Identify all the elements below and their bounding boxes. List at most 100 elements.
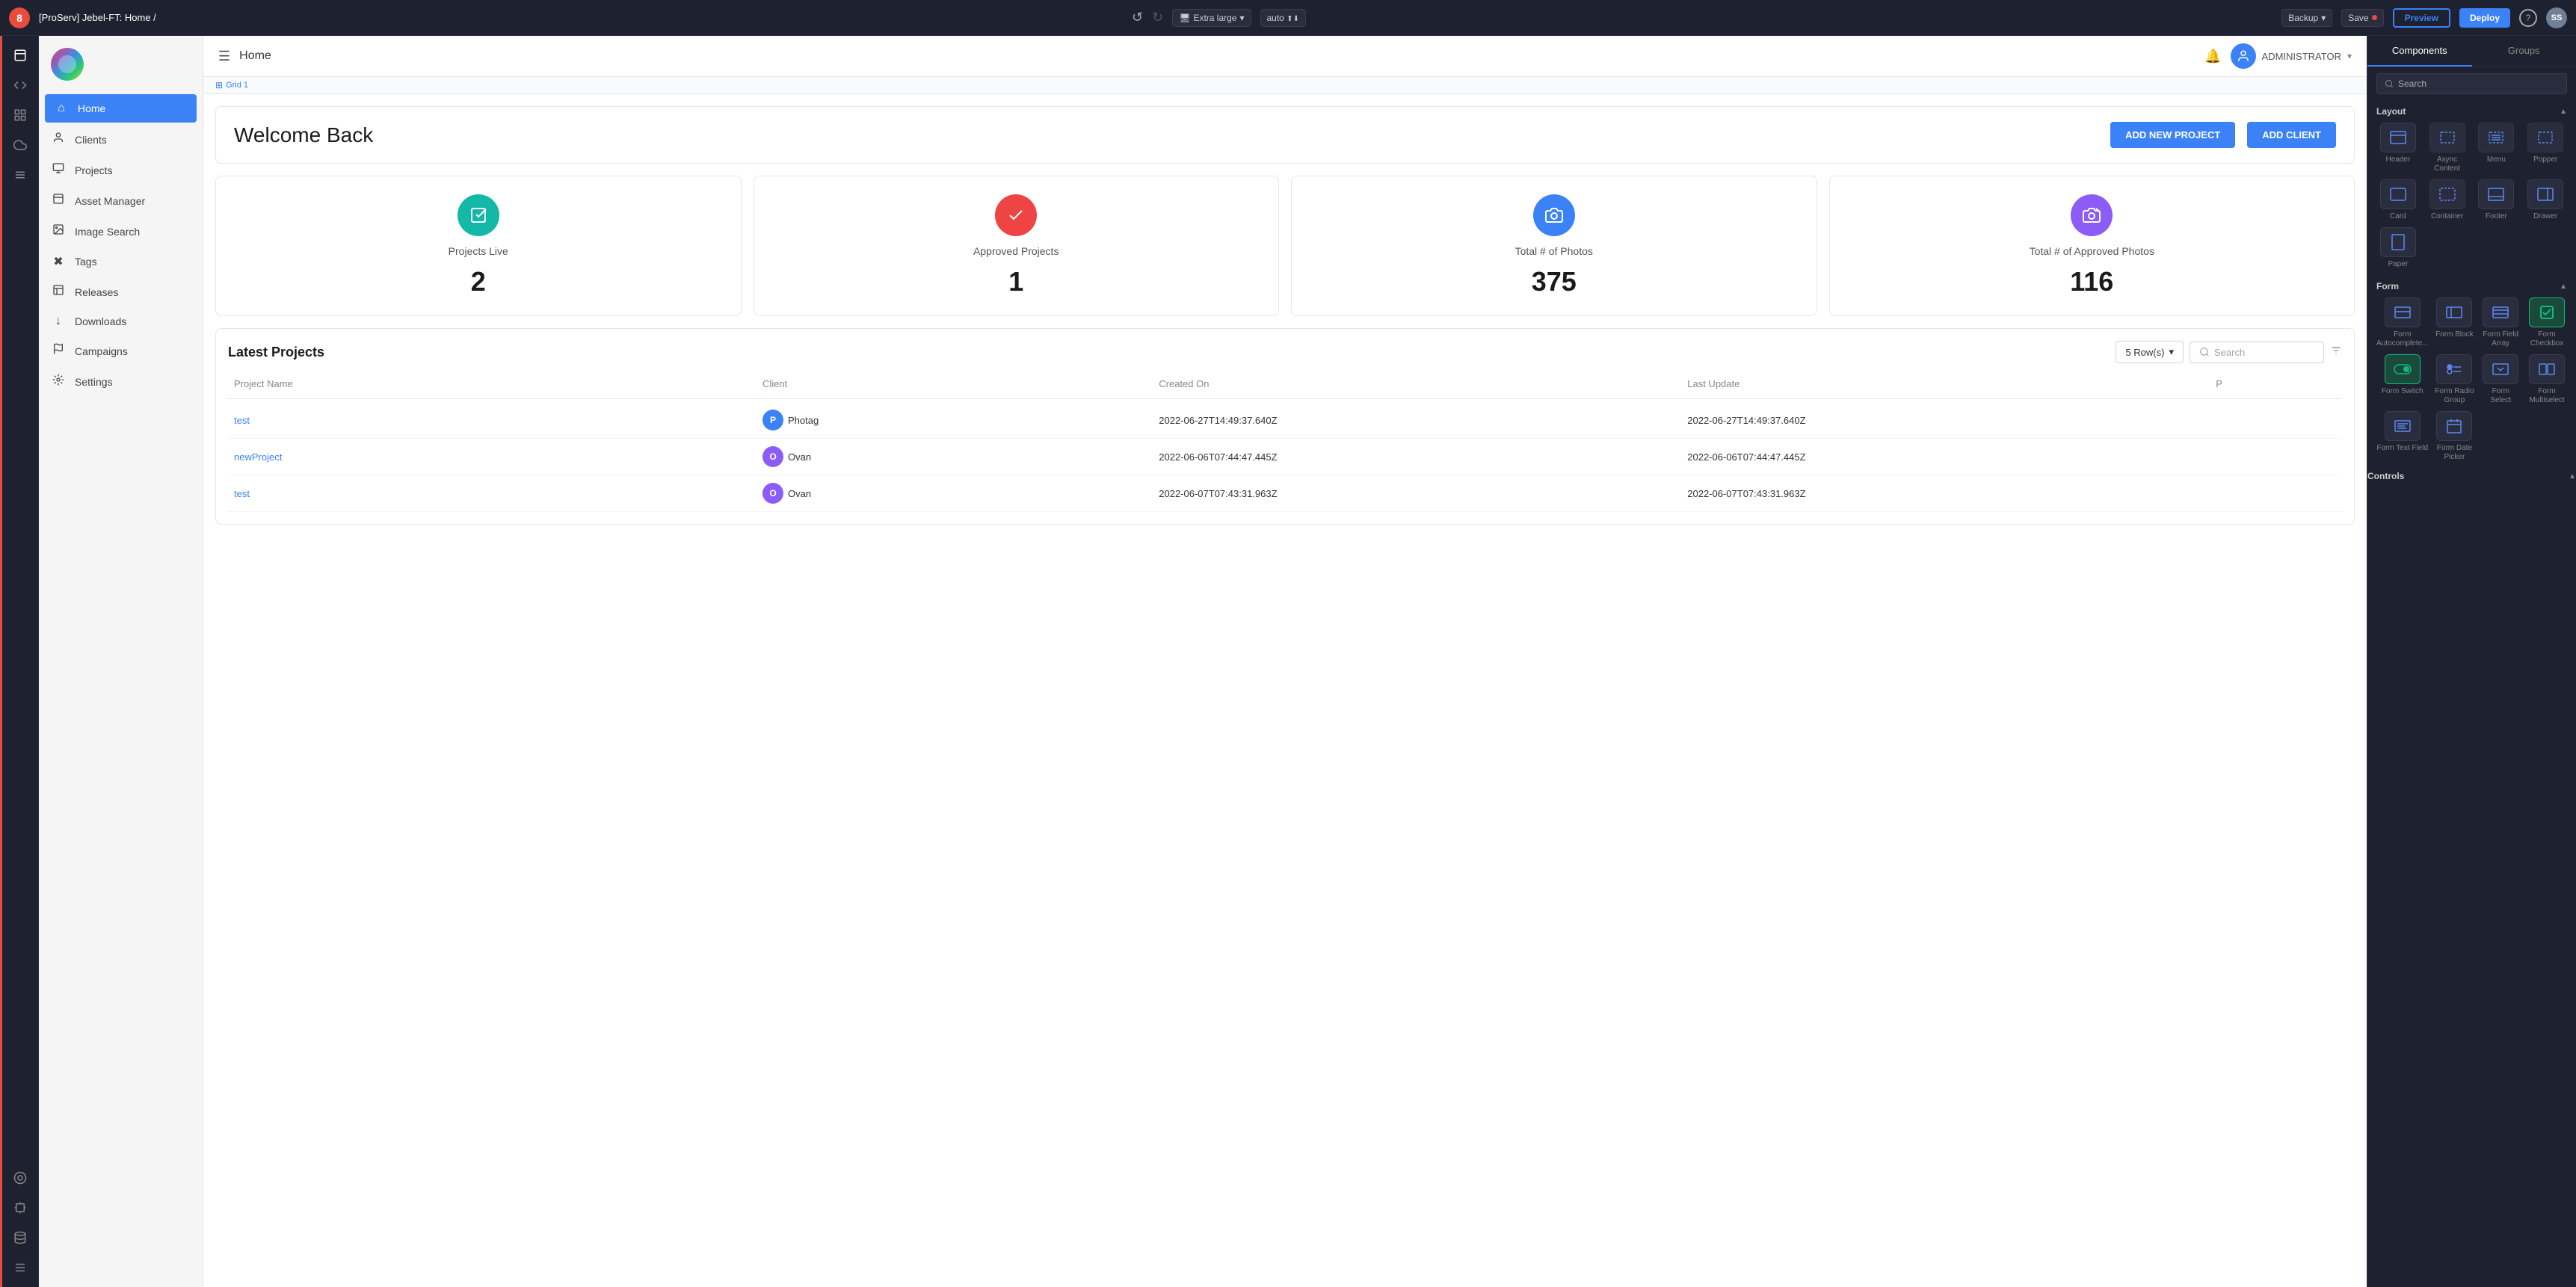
layout-section-header: Layout ▲ bbox=[2367, 100, 2576, 120]
sidebar-item-home[interactable]: ⌂ Home bbox=[45, 94, 197, 123]
sidebar-item-asset-manager[interactable]: Asset Manager bbox=[39, 185, 203, 216]
sidebar-item-settings[interactable]: Settings bbox=[39, 366, 203, 397]
project-name-link[interactable]: test bbox=[228, 407, 757, 433]
sidebar-item-projects[interactable]: Projects bbox=[39, 155, 203, 185]
menu-toggle[interactable]: ☰ bbox=[218, 49, 230, 64]
comp-form-checkbox[interactable]: Form Checkbox bbox=[2527, 297, 2567, 348]
stat-value: 2 bbox=[471, 266, 486, 297]
device-selector[interactable]: 🖥 Extra large ▾ bbox=[1172, 9, 1251, 27]
sidebar-item-tags[interactable]: ✖ Tags bbox=[39, 247, 203, 277]
sidebar-item-campaigns[interactable]: Campaigns bbox=[39, 336, 203, 366]
comp-label: Header bbox=[2385, 155, 2410, 164]
search-icon bbox=[2385, 79, 2394, 88]
sidebar-item-label: Clients bbox=[75, 134, 107, 146]
comp-form-block[interactable]: Form Block bbox=[2434, 297, 2474, 348]
clients-icon bbox=[51, 132, 66, 147]
comp-popper[interactable]: Popper bbox=[2524, 123, 2567, 173]
components-search[interactable]: Search bbox=[2376, 73, 2567, 94]
deploy-button[interactable]: Deploy bbox=[2459, 8, 2510, 28]
top-bar: 8 [ProServ] Jebel-FT: Home / ↺ ↻ 🖥 Extra… bbox=[0, 0, 2576, 36]
comp-footer[interactable]: Footer bbox=[2475, 179, 2518, 221]
sidebar-item-label: Downloads bbox=[75, 315, 126, 327]
form-toggle[interactable]: ▲ bbox=[2560, 283, 2567, 291]
project-name-link[interactable]: newProject bbox=[228, 444, 757, 470]
stat-value: 116 bbox=[2070, 266, 2113, 297]
filter-icon[interactable] bbox=[2330, 345, 2342, 360]
col-created-on: Created On bbox=[1153, 375, 1681, 392]
backup-button[interactable]: Backup ▾ bbox=[2281, 9, 2332, 27]
icon-pages[interactable] bbox=[7, 42, 34, 69]
controls-toggle[interactable]: ▲ bbox=[2569, 472, 2576, 481]
async-content-comp-icon bbox=[2429, 123, 2465, 152]
tab-components[interactable]: Components bbox=[2367, 36, 2472, 67]
layout-toggle[interactable]: ▲ bbox=[2560, 108, 2567, 116]
sidebar-item-clients[interactable]: Clients bbox=[39, 124, 203, 155]
comp-form-multiselect[interactable]: Form Multiselect bbox=[2527, 354, 2567, 405]
tab-groups[interactable]: Groups bbox=[2472, 36, 2576, 67]
save-button[interactable]: Save bbox=[2341, 9, 2383, 27]
comp-async-content[interactable]: Async Content bbox=[2426, 123, 2469, 173]
icon-cloud[interactable] bbox=[7, 132, 34, 158]
stat-card-total-photos: Total # of Photos 375 bbox=[1291, 176, 1817, 316]
comp-form-radio-group[interactable]: Form Radio Group bbox=[2434, 354, 2474, 405]
redo-button[interactable]: ↻ bbox=[1152, 10, 1163, 25]
comp-label: Form Block bbox=[2435, 330, 2474, 339]
comp-header[interactable]: Header bbox=[2376, 123, 2420, 173]
app-logo-img bbox=[51, 48, 84, 81]
stat-value: 375 bbox=[1532, 266, 1577, 297]
add-client-button[interactable]: ADD CLIENT bbox=[2247, 122, 2336, 148]
add-new-project-button[interactable]: ADD NEW PROJECT bbox=[2110, 122, 2235, 148]
comp-card[interactable]: Card bbox=[2376, 179, 2420, 221]
extra-cell bbox=[2210, 486, 2342, 501]
client-avatar: O bbox=[762, 446, 783, 467]
comp-menu[interactable]: Menu bbox=[2475, 123, 2518, 173]
icon-database[interactable] bbox=[7, 1224, 34, 1251]
comp-form-text-field[interactable]: Form Text Field bbox=[2376, 411, 2428, 462]
comp-form-autocomplete[interactable]: Form Autocomplete... bbox=[2376, 297, 2428, 348]
icon-settings[interactable] bbox=[7, 1254, 34, 1281]
comp-form-date-picker[interactable]: Form Date Picker bbox=[2434, 411, 2474, 462]
icon-functions[interactable] bbox=[7, 161, 34, 188]
auto-selector[interactable]: auto ⬆⬇ bbox=[1260, 9, 1306, 27]
total-photos-icon bbox=[1533, 194, 1575, 236]
comp-paper[interactable]: Paper bbox=[2376, 227, 2420, 269]
undo-button[interactable]: ↺ bbox=[1132, 10, 1143, 25]
unsaved-indicator bbox=[2372, 15, 2377, 20]
notifications-bell[interactable]: 🔔 bbox=[2204, 49, 2221, 64]
comp-label: Form Radio Group bbox=[2434, 387, 2474, 405]
icon-frame[interactable] bbox=[7, 1194, 34, 1221]
sidebar-item-image-search[interactable]: Image Search bbox=[39, 216, 203, 247]
table-row: test O Ovan 2022-06-07T07:43:31.963Z 202… bbox=[228, 475, 2342, 512]
help-button[interactable]: ? bbox=[2519, 9, 2537, 27]
col-project-name: Project Name bbox=[228, 375, 757, 392]
comp-form-field-array[interactable]: Form Field Array bbox=[2480, 297, 2521, 348]
user-menu[interactable]: ADMINISTRATOR ▾ bbox=[2231, 43, 2352, 69]
icon-palette[interactable] bbox=[7, 1164, 34, 1191]
approved-photos-icon bbox=[2071, 194, 2113, 236]
rows-per-page-select[interactable]: 5 Row(s) ▾ bbox=[2116, 341, 2184, 363]
sidebar-item-releases[interactable]: Releases bbox=[39, 277, 203, 307]
comp-container[interactable]: Container bbox=[2426, 179, 2469, 221]
device-icon: 🖥 bbox=[1179, 13, 1190, 23]
comp-form-switch[interactable]: Form Switch bbox=[2376, 354, 2428, 405]
comp-form-select[interactable]: Form Select bbox=[2480, 354, 2521, 405]
page-title: [ProServ] Jebel-FT: Home / bbox=[39, 12, 156, 23]
approved-projects-icon bbox=[995, 194, 1037, 236]
form-section-header: Form ▲ bbox=[2367, 275, 2576, 294]
table-row: newProject O Ovan 2022-06-06T07:44:47.44… bbox=[228, 439, 2342, 475]
project-client: O Ovan bbox=[757, 475, 1153, 511]
projects-live-icon bbox=[457, 194, 499, 236]
icon-layers[interactable] bbox=[7, 102, 34, 129]
icon-code[interactable] bbox=[7, 72, 34, 99]
user-avatar[interactable]: SS bbox=[2546, 7, 2567, 28]
project-name-link[interactable]: test bbox=[228, 481, 757, 507]
sidebar: ⌂ Home Clients Projects Asset Manager bbox=[39, 36, 203, 1287]
comp-label: Async Content bbox=[2426, 155, 2469, 173]
project-client: O Ovan bbox=[757, 439, 1153, 475]
projects-header: Latest Projects 5 Row(s) ▾ Search bbox=[228, 341, 2342, 363]
sidebar-item-downloads[interactable]: ↓ Downloads bbox=[39, 307, 203, 336]
preview-button[interactable]: Preview bbox=[2393, 8, 2450, 28]
table-search[interactable]: Search bbox=[2190, 342, 2324, 363]
comp-drawer[interactable]: Drawer bbox=[2524, 179, 2567, 221]
extra-cell bbox=[2210, 413, 2342, 428]
